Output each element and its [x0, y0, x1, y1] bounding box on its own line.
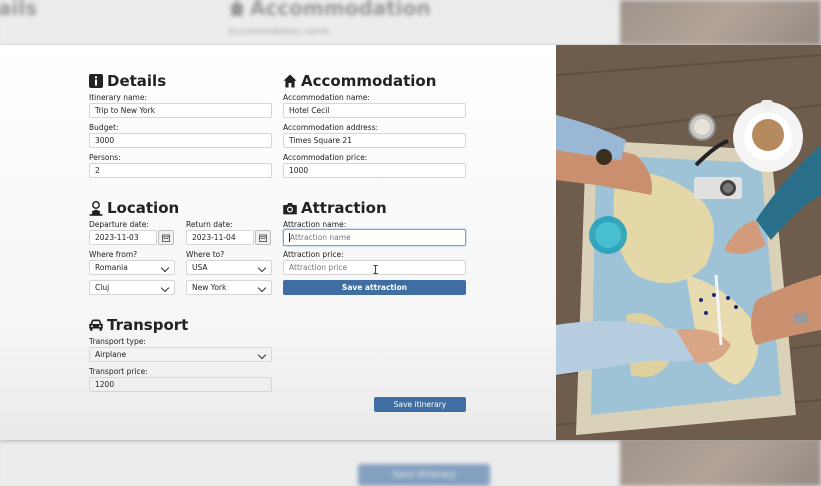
camera-icon	[283, 202, 297, 214]
persons-value: 2	[95, 166, 100, 175]
transport-price-input[interactable]: 1200	[89, 377, 272, 392]
background-save-itinerary-button: Save itinerary	[358, 464, 490, 486]
accommodation-price-label: Accommodation price:	[283, 153, 368, 162]
persons-input[interactable]: 2	[89, 163, 272, 178]
person-pin-icon	[89, 200, 103, 216]
where-to-label: Where to?	[186, 250, 225, 259]
background-accommodation-label: Accommodation name	[228, 27, 330, 37]
accommodation-title-text: Accommodation	[301, 72, 437, 90]
accommodation-name-input[interactable]: Hotel Cecil	[283, 103, 466, 118]
travel-map-illustration	[556, 45, 821, 440]
where-to-city-value: New York	[192, 283, 227, 292]
location-title: Location	[89, 199, 179, 217]
attraction-title: Attraction	[283, 199, 387, 217]
background-photo-top	[620, 0, 821, 45]
attraction-price-label: Attraction price:	[283, 250, 344, 259]
transport-title-text: Transport	[107, 316, 189, 334]
departure-date-label: Departure date:	[89, 220, 149, 229]
transport-type-select[interactable]: Airplane	[89, 347, 272, 362]
departure-calendar-button[interactable]	[158, 230, 174, 245]
accommodation-price-value: 1000	[289, 166, 309, 175]
save-itinerary-button[interactable]: Save itinerary	[374, 397, 466, 412]
itinerary-name-input[interactable]: Trip to New York	[89, 103, 272, 118]
departure-date-input[interactable]: 2023-11-03	[89, 230, 157, 245]
budget-value: 3000	[95, 136, 115, 145]
accommodation-name-label: Accommodation name:	[283, 93, 370, 102]
transport-price-value: 1200	[95, 380, 115, 389]
accommodation-name-value: Hotel Cecil	[289, 106, 330, 115]
details-title-text: Details	[107, 72, 167, 90]
background-photo-bottom	[620, 440, 821, 486]
departure-date-value: 2023-11-03	[95, 233, 139, 242]
accommodation-address-label: Accommodation address:	[283, 123, 379, 132]
return-date-input[interactable]: 2023-11-04	[186, 230, 254, 245]
return-date-label: Return date:	[186, 220, 233, 229]
info-icon	[89, 74, 103, 88]
where-to-country-value: USA	[192, 263, 208, 272]
accommodation-address-value: Times Square 21	[289, 136, 352, 145]
travel-planning-photo	[556, 45, 821, 440]
where-from-country-select[interactable]: Romania	[89, 260, 175, 275]
transport-title: Transport	[89, 316, 188, 334]
accommodation-title: Accommodation	[283, 72, 436, 90]
text-cursor-icon	[373, 265, 378, 274]
details-title: Details	[89, 72, 166, 90]
itinerary-modal: Details Itinerary name: Trip to New York…	[0, 45, 821, 440]
accommodation-price-input[interactable]: 1000	[283, 163, 466, 178]
background-accommodation-title-text: Accommodation	[250, 0, 431, 20]
calendar-icon	[259, 234, 267, 242]
transport-type-label: Transport type:	[89, 337, 146, 346]
where-to-city-select[interactable]: New York	[186, 280, 272, 295]
accommodation-address-input[interactable]: Times Square 21	[283, 133, 466, 148]
chevron-down-icon	[160, 283, 170, 293]
return-date-value: 2023-11-04	[192, 233, 236, 242]
where-to-country-select[interactable]: USA	[186, 260, 272, 275]
transport-type-value: Airplane	[95, 350, 127, 359]
where-from-city-select[interactable]: Cluj	[89, 280, 175, 295]
chevron-down-icon	[160, 263, 170, 273]
budget-input[interactable]: 3000	[89, 133, 272, 148]
calendar-icon	[162, 234, 170, 242]
house-icon	[229, 0, 245, 16]
itinerary-name-value: Trip to New York	[95, 106, 156, 115]
house-icon	[283, 74, 297, 88]
return-calendar-button[interactable]	[255, 230, 271, 245]
budget-label: Budget:	[89, 123, 119, 132]
car-icon	[89, 319, 103, 331]
attraction-name-label: Attraction name:	[283, 220, 347, 229]
itinerary-name-label: Itinerary name:	[89, 93, 147, 102]
location-title-text: Location	[107, 199, 180, 217]
transport-price-label: Transport price:	[89, 367, 148, 376]
save-attraction-button[interactable]: Save attraction	[283, 280, 466, 295]
chevron-down-icon	[257, 283, 267, 293]
chevron-down-icon	[257, 350, 267, 360]
background-accommodation-title: Accommodation	[228, 0, 431, 20]
attraction-price-placeholder: Attraction price	[289, 263, 348, 272]
attraction-title-text: Attraction	[301, 199, 387, 217]
attraction-name-placeholder: Attraction name	[289, 233, 351, 242]
background-details-title: ails	[0, 0, 38, 20]
where-from-label: Where from?	[89, 250, 138, 259]
where-from-city-value: Cluj	[95, 283, 110, 292]
where-from-country-value: Romania	[95, 263, 128, 272]
chevron-down-icon	[257, 263, 267, 273]
attraction-name-input[interactable]: Attraction name	[283, 229, 466, 246]
persons-label: Persons:	[89, 153, 121, 162]
